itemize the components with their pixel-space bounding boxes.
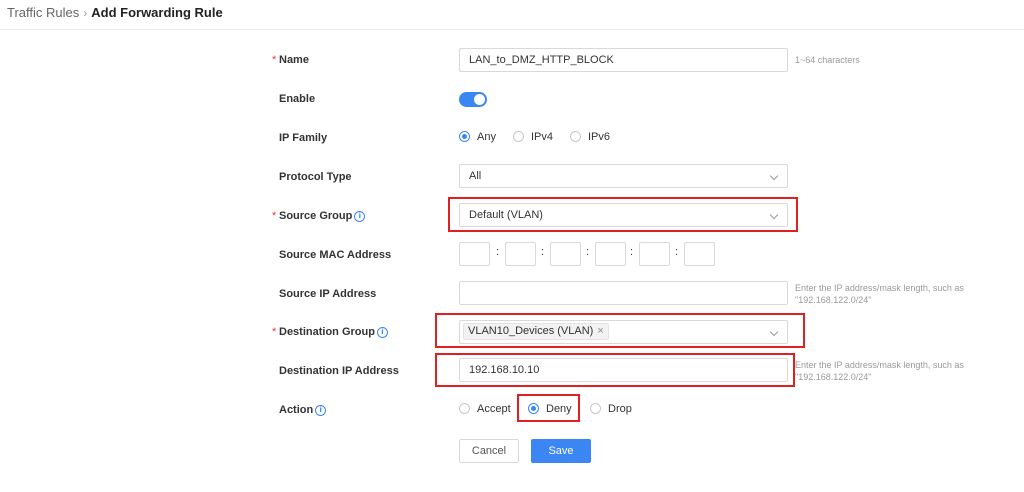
protocol-type-value: All (469, 170, 482, 182)
radio-label: Accept (477, 403, 511, 415)
info-icon[interactable]: i (376, 327, 388, 338)
protocol-type-select[interactable]: All (459, 164, 788, 188)
mac-octet-input[interactable] (505, 242, 536, 266)
radio-label: Any (477, 131, 496, 143)
radio-unchecked-icon (590, 403, 601, 414)
source-group-label-text: Source Group (279, 210, 353, 222)
page-title: Add Forwarding Rule (91, 5, 223, 20)
radio-unchecked-icon (513, 131, 524, 142)
mac-separator: : (541, 246, 545, 258)
enable-toggle[interactable] (459, 92, 487, 107)
mac-octet-input[interactable] (684, 242, 715, 266)
protocol-type-label: Protocol Type (279, 171, 352, 183)
radio-checked-icon (459, 131, 470, 142)
action-accept-radio[interactable]: Accept (459, 403, 511, 416)
destination-group-label-text: Destination Group (279, 326, 375, 338)
breadcrumb-traffic-rules-link[interactable]: Traffic Rules (7, 5, 79, 20)
source-ip-input[interactable] (459, 281, 788, 305)
ip-family-ipv4-radio[interactable]: IPv4 (513, 131, 553, 144)
source-mac-label: Source MAC Address (279, 249, 392, 261)
save-button[interactable]: Save (531, 439, 591, 463)
source-ip-hint-line1: Enter the IP address/mask length, such a… (795, 283, 964, 293)
destination-ip-hint-line2: "192.168.122.0/24" (795, 372, 872, 382)
name-input[interactable]: LAN_to_DMZ_HTTP_BLOCK (459, 48, 788, 72)
destination-ip-label: Destination IP Address (279, 365, 399, 377)
name-input-value: LAN_to_DMZ_HTTP_BLOCK (469, 54, 614, 66)
info-icon[interactable]: i (354, 211, 366, 222)
source-ip-hint-line2: "192.168.122.0/24" (795, 295, 872, 305)
chevron-down-icon (769, 171, 779, 181)
enable-label: Enable (279, 93, 316, 105)
radio-label: IPv4 (531, 131, 554, 143)
highlight-box (435, 313, 805, 348)
toggle-knob (474, 94, 485, 105)
page-header: Traffic Rules › Add Forwarding Rule (0, 0, 1024, 30)
ip-family-ipv6-radio[interactable]: IPv6 (570, 131, 610, 144)
breadcrumb: Traffic Rules › Add Forwarding Rule (7, 5, 223, 20)
action-label: Action i (279, 403, 327, 417)
highlight-box (517, 394, 580, 422)
radio-unchecked-icon (570, 131, 581, 142)
mac-octet-input[interactable] (550, 242, 581, 266)
cancel-button[interactable]: Cancel (459, 439, 519, 463)
required-mark: * (272, 210, 277, 222)
source-group-label: Source Group i (279, 209, 366, 223)
mac-separator: : (630, 246, 634, 258)
radio-unchecked-icon (459, 403, 470, 414)
destination-group-label: Destination Group i (279, 325, 388, 339)
mac-octet-input[interactable] (459, 242, 490, 266)
ip-family-label: IP Family (279, 132, 328, 144)
destination-ip-hint-line1: Enter the IP address/mask length, such a… (795, 360, 964, 370)
source-ip-label: Source IP Address (279, 288, 377, 300)
name-label: Name (279, 54, 309, 66)
required-mark: * (272, 326, 277, 338)
breadcrumb-separator: › (83, 6, 88, 20)
name-hint: 1~64 characters (795, 55, 860, 65)
mac-octet-input[interactable] (595, 242, 626, 266)
ip-family-any-radio[interactable]: Any (459, 131, 496, 144)
radio-label: Drop (608, 403, 632, 415)
mac-octet-input[interactable] (639, 242, 670, 266)
mac-separator: : (496, 246, 500, 258)
action-drop-radio[interactable]: Drop (590, 403, 632, 416)
highlight-box (435, 353, 795, 387)
highlight-box (448, 197, 798, 232)
mac-separator: : (675, 246, 679, 258)
required-mark: * (272, 54, 277, 66)
action-label-text: Action (279, 404, 314, 416)
mac-separator: : (586, 246, 590, 258)
info-icon[interactable]: i (315, 405, 327, 416)
radio-label: IPv6 (588, 131, 611, 143)
